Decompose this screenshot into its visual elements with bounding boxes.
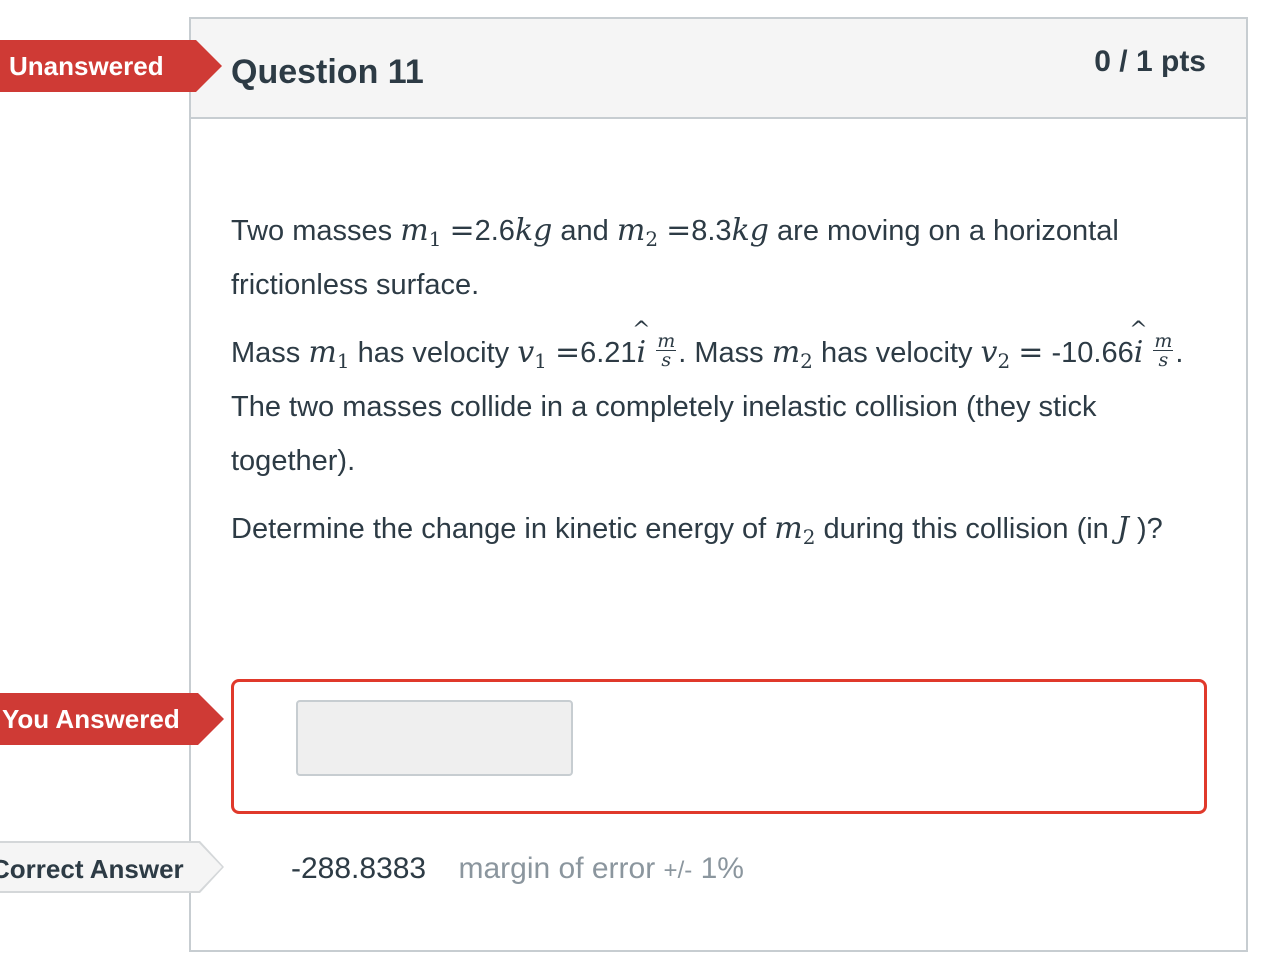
question-text: Two masses m1 =2.6kg and m2 =8.3kg are m… [231,204,1211,570]
text-and: and [560,215,609,247]
unit-m-per-s: ms [656,329,677,371]
text-has-velocity: has velocity [357,337,510,369]
question-paragraph-2: Mass m1 has velocity v1 =6.21i ms. Mass … [231,326,1211,488]
unit-m-per-s: ms [1153,329,1174,371]
question-paragraph-1: Two masses m1 =2.6kg and m2 =8.3kg are m… [231,204,1211,312]
unit-kg: kg [731,213,769,248]
question-paragraph-3: Determine the change in kinetic energy o… [231,502,1211,556]
margin-of-error-value: 1% [700,852,744,885]
m2-value: 8.3 [691,215,732,247]
text-mass: Mass [231,337,301,369]
math-equals: = [666,213,692,248]
math-equals: = [554,335,581,370]
unit-vector-i: i [637,326,647,380]
math-m1: m1 [400,213,442,251]
math-equals: = [449,213,475,248]
text-period-mass: . Mass [678,337,764,369]
text-during-collision: during this collision (in [823,513,1109,545]
you-answered-tag: You Answered [0,693,224,745]
margin-plus-minus: +/- [663,857,693,884]
unit-vector-i: i [1134,326,1144,380]
question-title: Question 11 [231,53,424,91]
question-card: Question 11 0 / 1 pts Two masses m1 =2.6… [189,17,1248,952]
math-v2: v2 [980,335,1011,373]
correct-answer-row: -288.8383 margin of error +/- 1% [291,852,744,886]
v1-value: 6.21 [580,337,637,369]
text-two-masses: Two masses [231,215,393,247]
unanswered-tag-label: Unanswered [9,51,164,81]
text-has-velocity: has velocity [820,337,973,369]
correct-answer-value: -288.8383 [291,852,427,885]
correct-answer-tag-label: Correct Answer [0,854,184,884]
user-answer-box [231,679,1207,814]
m1-value: 2.6 [474,215,515,247]
correct-answer-tag: Correct Answer [0,841,224,893]
correct-answer-tag-inner: Correct Answer [0,843,222,891]
quiz-page: Question 11 0 / 1 pts Two masses m1 =2.6… [0,0,1276,958]
margin-of-error-label: margin of error [458,852,656,885]
answer-input[interactable] [296,700,573,776]
you-answered-tag-label: You Answered [2,704,180,734]
math-m2: m2 [774,511,816,549]
math-v1: v1 [517,335,547,373]
math-m2: m2 [616,213,659,251]
math-m1: m1 [308,335,350,373]
math-equals: = [1018,335,1044,370]
question-points: 0 / 1 pts [1094,45,1206,78]
question-header: Question 11 0 / 1 pts [191,19,1246,119]
text-close-paren: )? [1136,513,1163,545]
unanswered-tag: Unanswered [0,40,222,92]
v2-value: -10.66 [1051,337,1134,369]
unit-kg: kg [514,213,553,248]
text-determine: Determine the change in kinetic energy o… [231,513,767,545]
unit-joule: J [1116,511,1129,546]
math-m2: m2 [771,335,813,373]
